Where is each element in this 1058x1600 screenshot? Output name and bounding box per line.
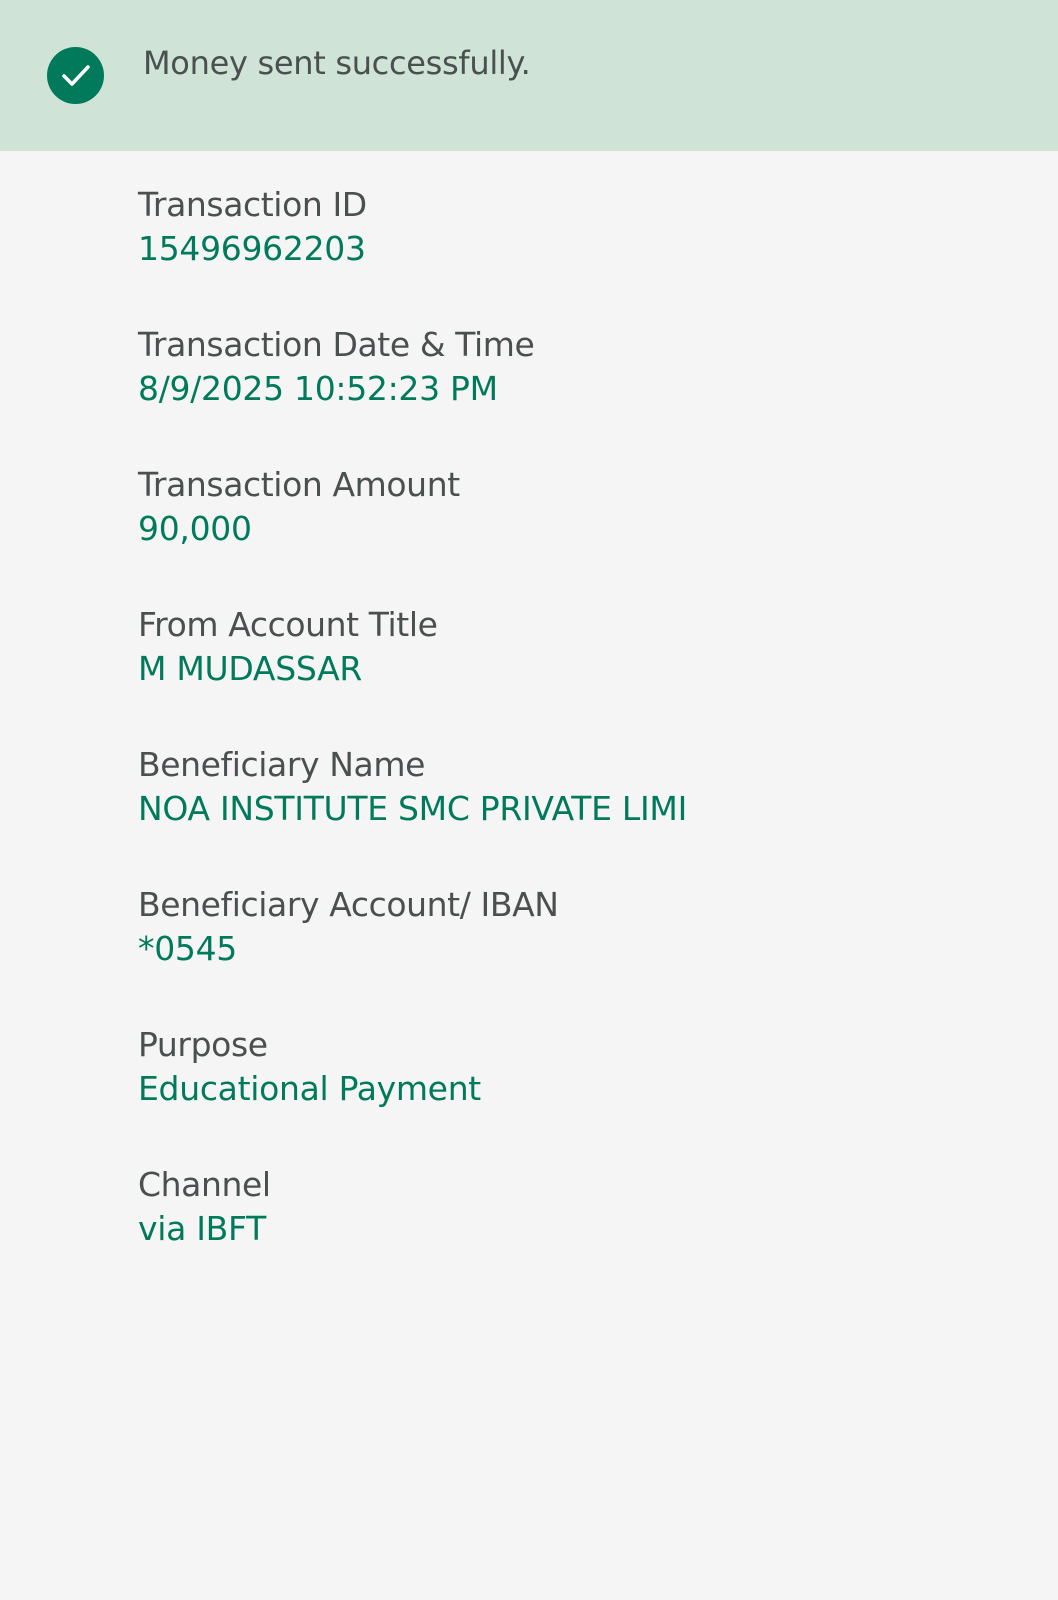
field-label: Transaction Amount <box>138 465 460 504</box>
field-transaction-date-time: Transaction Date & Time 8/9/2025 10:52:2… <box>138 324 1018 464</box>
field-purpose: Purpose Educational Payment <box>138 1024 1018 1164</box>
transaction-amount-value: 90,000 <box>138 509 252 548</box>
success-banner: Money sent successfully. <box>0 0 1058 151</box>
beneficiary-account-value: *0545 <box>138 929 237 968</box>
field-label: Transaction ID <box>138 185 367 224</box>
field-label: Channel <box>138 1165 271 1204</box>
transaction-details: Transaction ID 15496962203 Transaction D… <box>138 184 1018 1304</box>
field-label: From Account Title <box>138 605 438 644</box>
field-from-account-title: From Account Title M MUDASSAR <box>138 604 1018 744</box>
field-beneficiary-account: Beneficiary Account/ IBAN *0545 <box>138 884 1018 1024</box>
transaction-date-time-value: 8/9/2025 10:52:23 PM <box>138 369 498 408</box>
check-circle-icon <box>47 47 104 104</box>
from-account-title-value: M MUDASSAR <box>138 649 363 688</box>
field-transaction-id: Transaction ID 15496962203 <box>138 184 1018 324</box>
field-beneficiary-name: Beneficiary Name NOA INSTITUTE SMC PRIVA… <box>138 744 1018 884</box>
field-channel: Channel via IBFT <box>138 1164 1018 1304</box>
field-label: Purpose <box>138 1025 268 1064</box>
field-label: Transaction Date & Time <box>138 325 535 364</box>
transaction-id-value: 15496962203 <box>138 229 366 268</box>
purpose-value: Educational Payment <box>138 1069 481 1108</box>
channel-value: via IBFT <box>138 1209 266 1248</box>
field-transaction-amount: Transaction Amount 90,000 <box>138 464 1018 604</box>
field-label: Beneficiary Account/ IBAN <box>138 885 559 924</box>
beneficiary-name-value: NOA INSTITUTE SMC PRIVATE LIMI <box>138 789 688 828</box>
success-message: Money sent successfully. <box>143 44 531 82</box>
field-label: Beneficiary Name <box>138 745 426 784</box>
